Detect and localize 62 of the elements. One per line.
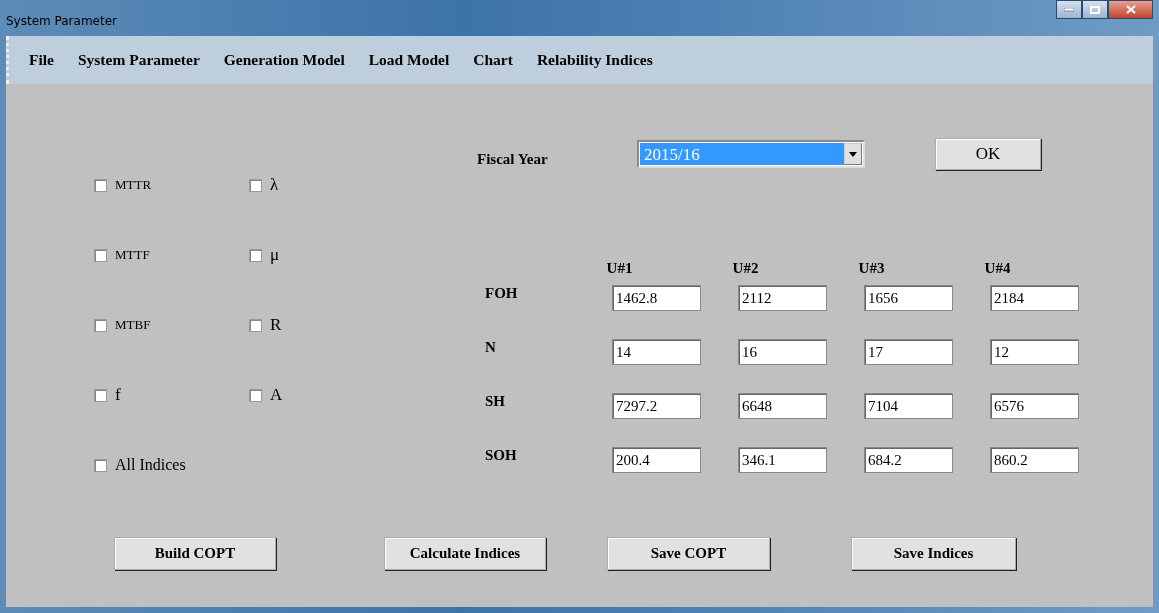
input-field[interactable]: 6648 <box>738 393 827 419</box>
minimize-button[interactable] <box>1056 0 1082 19</box>
column-header: U#1 <box>605 258 634 278</box>
checkbox-label: A <box>270 384 283 407</box>
input-field[interactable]: 2112 <box>738 285 827 311</box>
input-field[interactable]: 860.2 <box>990 447 1079 473</box>
checkbox-label: λ <box>270 174 279 197</box>
ok-button[interactable]: OK <box>935 138 1041 170</box>
checkbox-label: R <box>270 314 282 337</box>
menu-item[interactable]: Relability Indices <box>524 48 665 72</box>
checkbox-label: All Indices <box>115 455 186 475</box>
checkbox-label: MTBF <box>115 316 151 335</box>
input-field[interactable]: 200.4 <box>612 447 701 473</box>
input-field[interactable]: 346.1 <box>738 447 827 473</box>
checkbox[interactable] <box>94 388 107 402</box>
checkbox[interactable] <box>249 318 262 332</box>
input-field[interactable]: 12 <box>990 339 1079 365</box>
menu-item[interactable]: Generation Model <box>211 48 357 72</box>
input-field[interactable]: 684.2 <box>864 447 953 473</box>
input-field[interactable]: 14 <box>612 339 701 365</box>
close-button[interactable] <box>1108 0 1153 19</box>
checkbox[interactable] <box>94 458 107 472</box>
maximize-icon <box>1090 5 1100 14</box>
input-field[interactable]: 1656 <box>864 285 953 311</box>
window-title: System Parameter <box>6 13 117 30</box>
field-label: Fiscal Year <box>477 150 549 169</box>
column-header: U#3 <box>857 258 886 278</box>
checkbox-label: f <box>115 384 121 407</box>
column-header: U#2 <box>731 258 760 278</box>
menu-item[interactable]: File <box>17 48 66 72</box>
checkbox-label: MTTF <box>115 246 150 265</box>
action-button[interactable]: Save COPT <box>607 537 770 570</box>
row-label: FOH <box>484 283 519 303</box>
input-field[interactable]: 7104 <box>864 393 953 419</box>
checkbox[interactable] <box>94 178 107 192</box>
dropdown-arrow-icon <box>849 151 857 157</box>
menu-item[interactable]: Load Model <box>356 48 462 72</box>
row-label: SOH <box>484 445 518 465</box>
checkbox[interactable] <box>249 178 262 192</box>
row-label: SH <box>484 391 506 411</box>
action-button[interactable]: Build COPT <box>114 537 276 570</box>
input-field[interactable]: 17 <box>864 339 953 365</box>
input-field[interactable]: 2184 <box>990 285 1079 311</box>
input-field[interactable]: 1462.8 <box>612 285 701 311</box>
column-header: U#4 <box>983 258 1012 278</box>
input-field[interactable]: 6576 <box>990 393 1079 419</box>
input-field[interactable]: 7297.2 <box>612 393 701 419</box>
action-button[interactable]: Save Indices <box>851 537 1016 570</box>
menu-item[interactable]: System Parameter <box>65 48 212 72</box>
checkbox[interactable] <box>249 388 262 402</box>
maximize-button[interactable] <box>1082 0 1108 19</box>
checkbox[interactable] <box>249 248 262 262</box>
checkbox-label: MTTR <box>115 176 152 195</box>
row-label: N <box>484 337 497 357</box>
close-icon <box>1125 5 1136 14</box>
minimize-icon <box>1064 7 1074 12</box>
checkbox[interactable] <box>94 318 107 332</box>
action-button[interactable]: Calculate Indices <box>384 537 546 570</box>
menu-item[interactable]: Chart <box>461 48 525 72</box>
input-field[interactable]: 16 <box>738 339 827 365</box>
checkbox-label: μ <box>270 244 280 267</box>
checkbox[interactable] <box>94 248 107 262</box>
